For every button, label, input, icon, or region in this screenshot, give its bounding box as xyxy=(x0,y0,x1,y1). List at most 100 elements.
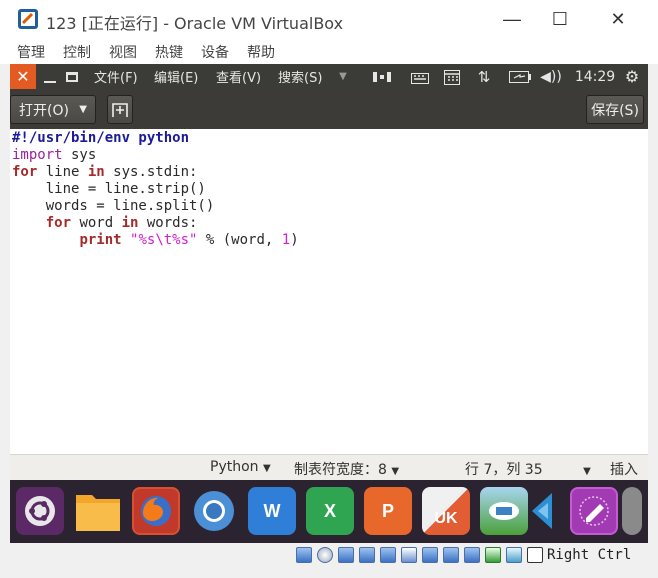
app-restore-icon[interactable] xyxy=(64,64,80,89)
chromium-icon[interactable] xyxy=(190,487,238,535)
save-button[interactable]: 保存(S) xyxy=(586,95,644,124)
host-key-label: Right Ctrl xyxy=(547,547,632,563)
editor-status-bar: Python ▼ 制表符宽度：8 ▼ 行 7，列 35 ▼ 插入 xyxy=(10,454,648,480)
menu-manage[interactable]: 管理 xyxy=(17,42,45,62)
chevron-down-icon: ▼ xyxy=(391,466,400,477)
code-token: ) xyxy=(290,232,299,248)
menu-hotkeys[interactable]: 热键 xyxy=(155,42,183,62)
vscode-icon[interactable] xyxy=(528,487,560,535)
menu-help[interactable]: 帮助 xyxy=(247,42,275,62)
battery-icon[interactable] xyxy=(508,64,532,89)
cursor-position[interactable]: 行 7，列 35 ▼ xyxy=(465,459,591,479)
virtualbox-icon xyxy=(18,9,38,29)
open-button[interactable]: 打开(O) ▼ xyxy=(10,95,96,124)
chevron-down-icon: ▼ xyxy=(583,466,591,477)
maximize-button[interactable]: ☐ xyxy=(545,6,575,32)
language-selector[interactable]: Python ▼ xyxy=(210,459,271,475)
virtualization-icon[interactable] xyxy=(464,547,480,563)
text-editor-area[interactable]: #!/usr/bin/env python import sys for line … xyxy=(10,129,648,454)
wps-presentation-icon[interactable]: P xyxy=(364,487,412,535)
code-line[interactable]: import sys xyxy=(12,147,96,164)
code-token: 1 xyxy=(281,232,291,248)
language-label: Python xyxy=(210,459,259,475)
virtualbox-status-bar: Right Ctrl xyxy=(10,543,648,568)
calendar-icon[interactable] xyxy=(442,64,462,89)
input-method-icon[interactable] xyxy=(372,64,392,89)
menu-bar: 管理 控制 视图 热键 设备 帮助 xyxy=(0,38,658,64)
code-token: in xyxy=(121,215,139,231)
code-token: in xyxy=(87,164,105,180)
menu-control[interactable]: 控制 xyxy=(63,42,91,62)
editor-toolbar: 打开(O) ▼ 保存(S) xyxy=(10,89,648,129)
code-line[interactable]: line = line.strip() xyxy=(12,181,206,198)
tab-width-selector[interactable]: 制表符宽度：8 ▼ xyxy=(294,459,399,479)
usb-icon[interactable] xyxy=(380,547,396,563)
wps-writer-label: W xyxy=(263,500,281,521)
menu-view-app[interactable]: 查看(V) xyxy=(216,64,261,89)
code-line[interactable]: print "%s\t%s" % (word, 1) xyxy=(12,232,299,249)
ubuntu-software-icon[interactable]: UK xyxy=(422,487,470,535)
wps-presentation-label: P xyxy=(381,500,394,521)
code-token: import xyxy=(12,147,63,163)
menu-view[interactable]: 视图 xyxy=(109,42,137,62)
clock-time[interactable]: 14:29 xyxy=(575,64,615,89)
app-close-button[interactable]: ✕ xyxy=(10,64,36,89)
video-capture-icon[interactable] xyxy=(443,547,459,563)
display-icon[interactable] xyxy=(422,547,438,563)
files-folder-icon[interactable] xyxy=(74,487,122,535)
wps-spreadsheet-icon[interactable]: X xyxy=(306,487,354,535)
code-token: for xyxy=(45,215,72,231)
code-line[interactable]: words = line.split() xyxy=(12,198,215,215)
code-token: "%s\t%s" xyxy=(130,232,198,248)
new-tab-icon xyxy=(112,102,128,117)
ubuntu-software-label: UK xyxy=(434,510,458,527)
code-token: #!/usr/bin/env python xyxy=(12,130,190,146)
code-token: words = line.split() xyxy=(12,198,215,214)
mouse-integration-icon[interactable] xyxy=(506,547,522,563)
volume-icon[interactable]: ◀)) xyxy=(540,64,562,89)
ubuntu-top-panel: ✕ 文件(F) 编辑(E) 查看(V) 搜索(S) ▼ ⇅ ◀)) 14:29 … xyxy=(10,64,648,89)
minimize-button[interactable]: — xyxy=(497,6,527,32)
network-icon[interactable] xyxy=(359,547,375,563)
application-dock: W X P UK xyxy=(10,480,648,543)
menu-more-arrow-icon[interactable]: ▼ xyxy=(338,64,348,89)
menu-file[interactable]: 文件(F) xyxy=(94,64,138,89)
menu-search[interactable]: 搜索(S) xyxy=(278,64,322,89)
code-token: sys.stdin: xyxy=(104,164,198,180)
hard-disk-icon[interactable] xyxy=(296,547,312,563)
firefox-icon[interactable] xyxy=(132,487,180,535)
code-token: for xyxy=(12,164,38,180)
wps-spreadsheet-label: X xyxy=(323,500,336,521)
usb-creator-icon[interactable] xyxy=(480,487,528,535)
trash-icon[interactable] xyxy=(622,487,642,535)
optical-drive-icon[interactable] xyxy=(317,547,333,563)
menu-edit[interactable]: 编辑(E) xyxy=(154,64,198,89)
code-line[interactable]: for word in words: xyxy=(12,215,198,232)
close-button[interactable]: ✕ xyxy=(603,6,633,32)
chevron-down-icon: ▼ xyxy=(262,463,271,474)
keyboard-icon[interactable] xyxy=(410,64,430,89)
code-token: line xyxy=(37,164,88,180)
keyboard-capture-icon[interactable] xyxy=(527,547,543,563)
gear-icon[interactable]: ⚙ xyxy=(622,64,642,89)
cursor-position-label: 行 7，列 35 xyxy=(465,462,543,478)
code-token: print xyxy=(79,232,122,248)
tab-width-label: 制表符宽度：8 xyxy=(294,462,387,478)
menu-devices[interactable]: 设备 xyxy=(201,42,229,62)
app-minimize-icon[interactable] xyxy=(42,64,58,89)
code-token: sys xyxy=(62,147,97,163)
insert-mode-label[interactable]: 插入 xyxy=(610,459,638,479)
shared-folders-icon[interactable] xyxy=(401,547,417,563)
code-token: words: xyxy=(138,215,198,231)
wps-writer-icon[interactable]: W xyxy=(248,487,296,535)
chevron-down-icon: ▼ xyxy=(79,104,87,115)
new-document-button[interactable] xyxy=(107,95,133,124)
code-line[interactable]: #!/usr/bin/env python xyxy=(12,130,189,147)
network-transfer-icon[interactable]: ⇅ xyxy=(476,64,492,89)
guest-additions-icon[interactable] xyxy=(485,547,501,563)
text-editor-icon[interactable] xyxy=(570,487,618,535)
audio-icon[interactable] xyxy=(338,547,354,563)
ubuntu-icon[interactable] xyxy=(16,487,64,535)
code-line[interactable]: for line in sys.stdin: xyxy=(12,164,197,181)
